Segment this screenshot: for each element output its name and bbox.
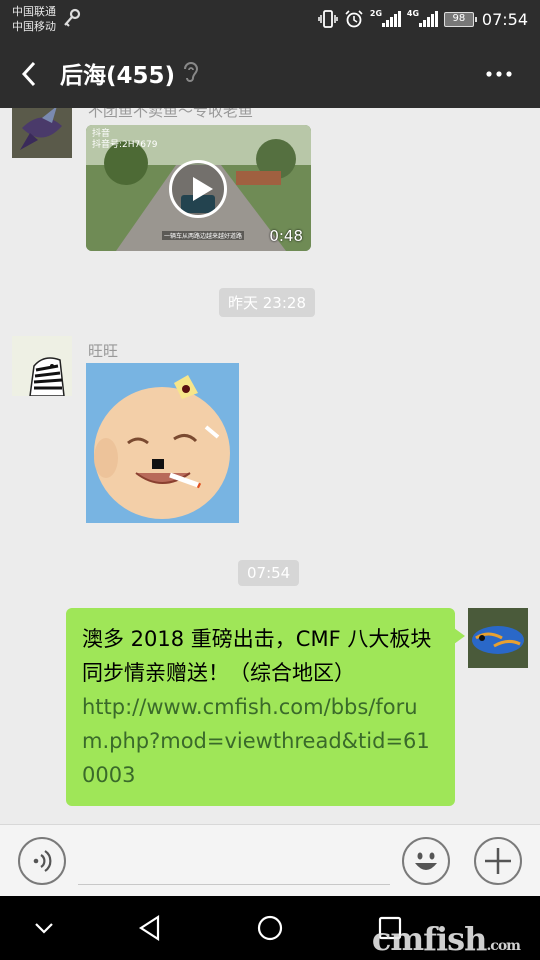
alarm-icon: [345, 10, 363, 28]
plus-button[interactable]: [474, 837, 522, 885]
input-bar: [0, 824, 540, 896]
message-input[interactable]: [78, 839, 390, 885]
timestamp-chip: 07:54: [238, 560, 300, 586]
battery-indicator: 98: [443, 11, 477, 27]
avatar-zebra[interactable]: [12, 336, 72, 396]
key-icon: [64, 8, 81, 27]
vibrate-icon: [318, 10, 338, 28]
message-text: 澳多 2018 重磅出击，CMF 八大板块同步情亲赠送！（综合地区）: [82, 627, 432, 685]
status-bar: 中国联通 中国移动 2G 4G 98 07:54: [0, 0, 540, 40]
carrier-2: 中国移动: [12, 20, 56, 33]
play-icon[interactable]: [169, 160, 227, 218]
plus-icon: [485, 848, 511, 874]
site-watermark: cmfish.com: [371, 920, 521, 958]
emoji-icon: [415, 852, 437, 870]
sender-name: 不团鱼不卖鱼～专收老鱼: [88, 108, 254, 120]
chat-header: 后海(455): [0, 40, 540, 108]
timestamp-chip: 昨天 23:28: [219, 288, 315, 317]
outgoing-message-bubble[interactable]: 澳多 2018 重磅出击，CMF 八大板块同步情亲赠送！（综合地区） http:…: [66, 608, 465, 806]
back-triangle-icon[interactable]: [134, 912, 166, 944]
sender-name: 旺旺: [88, 342, 119, 360]
chevron-left-icon[interactable]: [16, 58, 44, 90]
emoji-button[interactable]: [402, 837, 450, 885]
home-circle-icon[interactable]: [254, 912, 286, 944]
carrier-1: 中国联通: [12, 5, 56, 18]
system-navigation-bar: cmfish.com: [0, 896, 540, 960]
status-time: 07:54: [481, 9, 528, 29]
sticker-message[interactable]: [86, 363, 239, 523]
avatar-fish[interactable]: [12, 108, 72, 158]
ear-icon: [184, 62, 199, 82]
more-dots-icon[interactable]: [484, 62, 514, 86]
signal-1-icon: 2G: [370, 9, 401, 27]
signal-2-icon: 4G: [407, 9, 438, 27]
voice-icon: [33, 850, 52, 872]
avatar-self[interactable]: [468, 608, 528, 668]
video-duration: 0:48: [269, 227, 303, 245]
tiktok-badge: 抖音 抖音号:2H7679: [92, 129, 158, 150]
video-caption: 一辆车从两路边越来越好道路: [162, 231, 245, 240]
message-link[interactable]: http://www.cmfish.com/bbs/forum.php?mod=…: [82, 690, 439, 792]
carrier-labels: 中国联通 中国移动: [12, 4, 56, 34]
chat-area[interactable]: 不团鱼不卖鱼～专收老鱼 抖音 抖音号:2H7679 一辆车从两路边越来越好道路 …: [0, 108, 540, 824]
chevron-down-icon[interactable]: [28, 912, 60, 944]
chat-title: 后海(455): [60, 63, 176, 89]
video-message[interactable]: 抖音 抖音号:2H7679 一辆车从两路边越来越好道路 0:48: [86, 125, 311, 251]
voice-button[interactable]: [18, 837, 66, 885]
status-icons: 2G 4G 98 07:54: [318, 8, 528, 30]
